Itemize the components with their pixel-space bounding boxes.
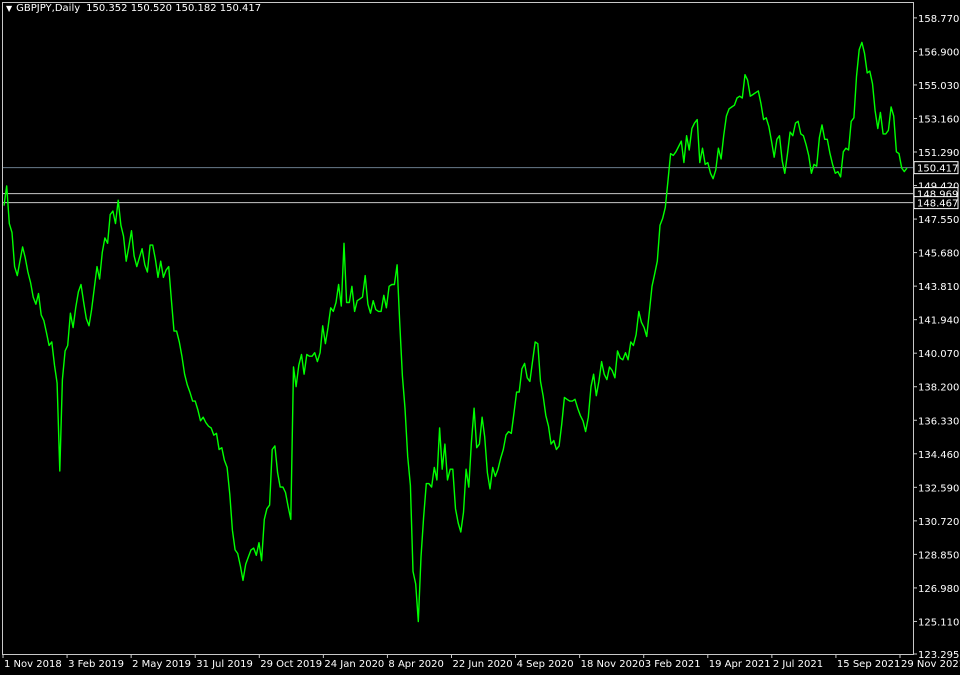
y-tick-label: 136.330 bbox=[918, 416, 959, 427]
x-tick-label: 29 Nov 2021 bbox=[901, 659, 960, 670]
chart-header: ▼ GBPJPY,Daily 150.352 150.520 150.182 150… bbox=[6, 3, 261, 14]
price-label: 150.417 bbox=[917, 164, 958, 175]
plot-area[interactable] bbox=[2, 2, 914, 655]
x-tick-label: 4 Sep 2020 bbox=[517, 659, 574, 670]
x-tick-label: 19 Apr 2021 bbox=[709, 659, 771, 670]
x-tick-label: 2 Jul 2021 bbox=[773, 659, 823, 670]
y-tick-label: 145.680 bbox=[918, 249, 959, 260]
y-tick-label: 151.290 bbox=[918, 148, 959, 159]
x-tick-label: 24 Jan 2020 bbox=[324, 659, 384, 670]
y-tick-label: 141.940 bbox=[918, 316, 959, 327]
x-tick-label: 29 Oct 2019 bbox=[260, 659, 322, 670]
y-tick-label: 147.550 bbox=[918, 215, 959, 226]
x-tick-label: 3 Feb 2021 bbox=[645, 659, 701, 670]
x-tick-label: 2 May 2019 bbox=[132, 659, 191, 670]
y-tick-label: 140.070 bbox=[918, 349, 959, 360]
y-tick-label: 153.160 bbox=[918, 114, 959, 125]
triangle-down-icon[interactable]: ▼ bbox=[6, 4, 12, 13]
y-tick-label: 125.110 bbox=[918, 617, 959, 628]
x-tick-label: 22 Jun 2020 bbox=[453, 659, 513, 670]
y-tick-label: 134.460 bbox=[918, 450, 959, 461]
price-label: 148.467 bbox=[917, 199, 958, 210]
y-tick-label: 156.900 bbox=[918, 47, 959, 58]
chart-window[interactable]: 158.770 156.900 155.030 153.160 151.290 149.4… bbox=[0, 0, 960, 675]
x-tick-label: 18 Nov 2020 bbox=[581, 659, 645, 670]
y-tick-label: 130.720 bbox=[918, 517, 959, 528]
y-tick-label: 155.030 bbox=[918, 81, 959, 92]
symbol-label: GBPJPY,Daily bbox=[16, 3, 81, 14]
y-tick-label: 158.770 bbox=[918, 14, 959, 25]
y-tick-label: 138.200 bbox=[918, 383, 959, 394]
ohlc-label: 150.352 150.520 150.182 150.417 bbox=[86, 3, 262, 14]
y-tick-label: 143.810 bbox=[918, 282, 959, 293]
y-tick-label: 132.590 bbox=[918, 483, 959, 494]
x-tick-label: 8 Apr 2020 bbox=[388, 659, 443, 670]
x-tick-label: 1 Nov 2018 bbox=[4, 659, 62, 670]
y-tick-label: 128.850 bbox=[918, 550, 959, 561]
x-tick-label: 3 Feb 2019 bbox=[68, 659, 124, 670]
x-tick-label: 15 Sep 2021 bbox=[837, 659, 900, 670]
x-tick-label: 31 Jul 2019 bbox=[196, 659, 253, 670]
y-tick-label: 126.980 bbox=[918, 584, 959, 595]
